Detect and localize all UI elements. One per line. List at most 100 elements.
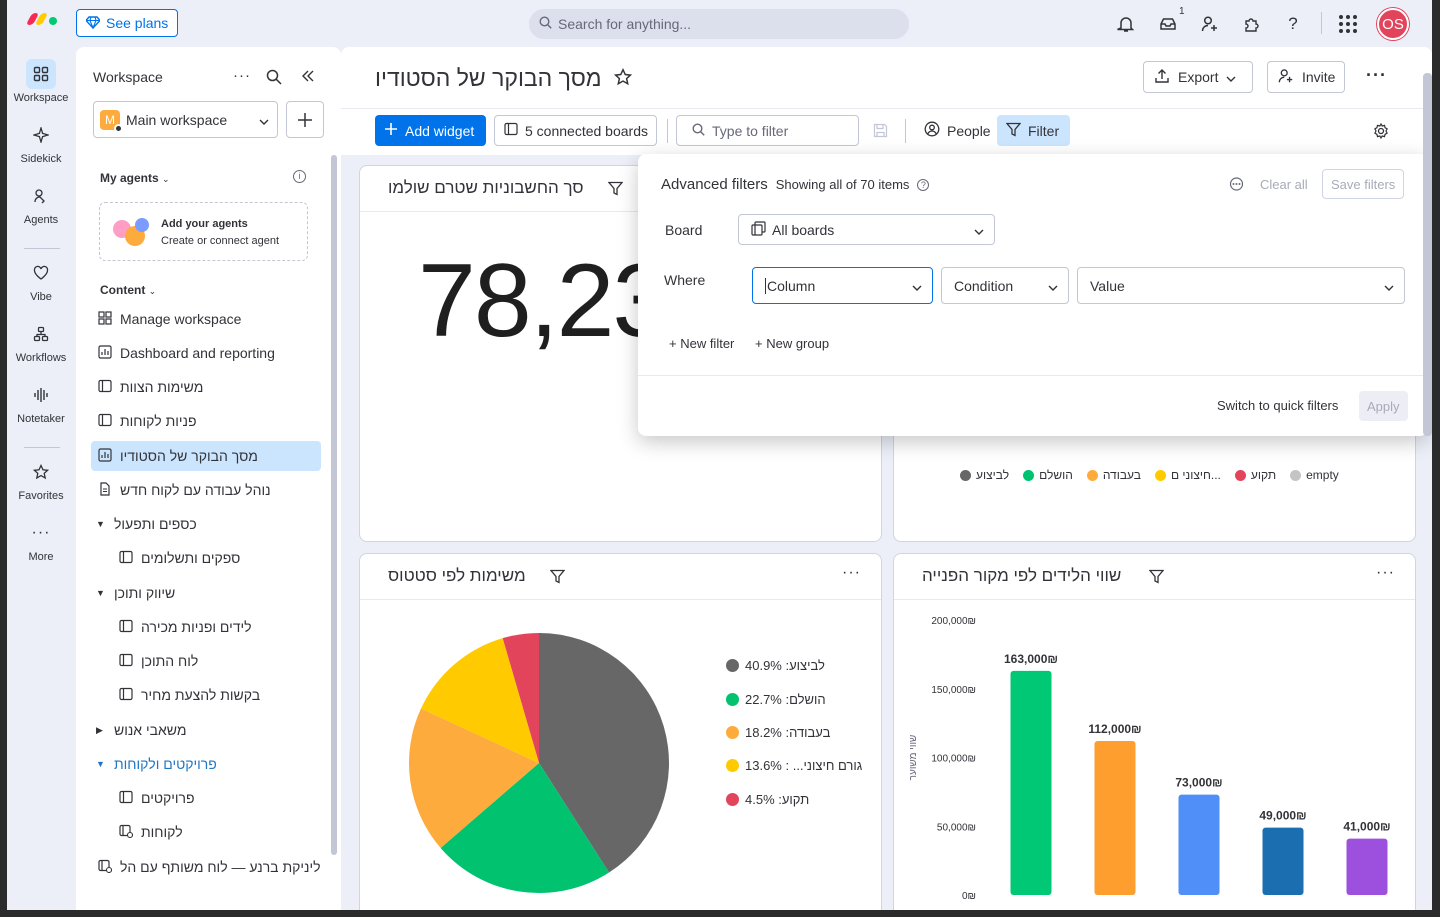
pie-legend-item[interactable]: הושלם: 22.7% (726, 682, 862, 715)
sidebar-item-clients[interactable]: לקוחות (91, 817, 321, 847)
workspace-more-icon[interactable]: ··· (233, 67, 251, 84)
workspace-dropdown[interactable]: M Main workspace (93, 101, 278, 138)
new-filter-button[interactable]: + New filter (669, 336, 734, 351)
rail-workspace[interactable]: Workspace (7, 59, 75, 104)
inbox-icon[interactable] (1158, 14, 1178, 34)
bar[interactable] (1178, 794, 1220, 895)
widget-more-icon[interactable]: ··· (842, 564, 861, 582)
apps-grid-icon[interactable] (1338, 14, 1358, 34)
sidebar-item-suppliers[interactable]: ספקים ותשלומים (91, 543, 321, 573)
sidebar-item-projects[interactable]: פרויקטים (91, 783, 321, 813)
info-icon[interactable]: i (293, 170, 306, 183)
save-filters-button[interactable]: Save filters (1322, 169, 1405, 199)
apply-button[interactable]: Apply (1359, 391, 1408, 421)
rail-favorites[interactable]: Favorites (7, 457, 75, 502)
add-widget-button[interactable]: Add widget (375, 115, 486, 146)
bar[interactable] (1262, 827, 1304, 895)
rail-workflows[interactable]: Workflows (7, 319, 75, 364)
widget-title[interactable]: סך החשבוניות שטרם שולמו (388, 178, 584, 198)
page-title[interactable]: מסך הבוקר של הסטודיו (375, 65, 602, 92)
export-button[interactable]: Export (1143, 61, 1253, 93)
funnel-icon[interactable] (549, 569, 566, 589)
condition-select[interactable]: Condition (941, 267, 1069, 304)
board-select[interactable]: All boards (738, 214, 995, 245)
new-group-button[interactable]: + New group (755, 336, 829, 351)
filter-button[interactable]: Filter (997, 115, 1070, 146)
sidebar-item-team-tasks[interactable]: משימות הצוות (91, 372, 321, 402)
main-scrollbar[interactable] (1423, 73, 1432, 436)
legend-label: גורם חיצוני... : 13.6% (745, 758, 863, 774)
legend-item[interactable]: לביצוע (960, 468, 1009, 482)
sidebar-item-manage-workspace[interactable]: Manage workspace (91, 304, 321, 334)
sidebar-item-content-board[interactable]: לוח התוכן (91, 646, 321, 676)
type-to-filter-input[interactable]: Type to filter (676, 115, 859, 146)
sidebar-scrollbar[interactable] (331, 155, 337, 855)
my-agents-header[interactable]: My agents ⌄ (100, 171, 170, 185)
people-filter-button[interactable]: People (915, 115, 1000, 146)
more-options-icon[interactable]: ··· (1366, 65, 1387, 86)
save-view-icon[interactable] (873, 123, 888, 143)
funnel-icon[interactable] (607, 181, 624, 201)
sidebar-folder-hr[interactable]: ▶ משאבי אנוש (91, 715, 321, 745)
legend-item[interactable]: empty (1290, 468, 1339, 482)
star-icon[interactable] (613, 65, 632, 92)
bell-icon[interactable] (1116, 14, 1136, 34)
connected-boards-button[interactable]: 5 connected boards (494, 115, 657, 146)
rail-agents[interactable]: Agents (7, 181, 75, 226)
sidebar-item-quote-requests[interactable]: בקשות להצעת מחיר (91, 680, 321, 710)
invite-user-icon[interactable] (1200, 14, 1220, 34)
widget-title[interactable]: שווי הלידים לפי מקור הפנייה (922, 566, 1121, 586)
legend-item[interactable]: חיצוני ם... (1154, 468, 1221, 482)
help-icon[interactable]: ? (1283, 14, 1303, 34)
rail-sidekick[interactable]: Sidekick (7, 120, 75, 165)
sidebar-folder-finance[interactable]: ▼ כספים ותפעול (91, 509, 321, 539)
clear-all-button[interactable]: Clear all (1252, 169, 1316, 199)
see-plans-button[interactable]: See plans (76, 9, 179, 37)
column-select[interactable]: Column (752, 267, 933, 304)
value-select[interactable]: Value (1077, 267, 1405, 304)
feedback-icon[interactable] (1229, 177, 1244, 195)
add-agents-card[interactable]: Add your agents Create or connect agent (99, 202, 308, 261)
legend-item[interactable]: תקוע (1234, 468, 1276, 482)
sidebar-item-dashboard-reporting[interactable]: Dashboard and reporting (91, 338, 321, 368)
pie-legend-item[interactable]: גורם חיצוני... : 13.6% (726, 749, 862, 782)
dashboard-icon (98, 447, 112, 465)
switch-quick-filters-button[interactable]: Switch to quick filters (1217, 398, 1338, 413)
help-circle-icon[interactable]: ? (917, 178, 930, 191)
legend-item[interactable]: בעבודה (1086, 468, 1141, 482)
add-item-button[interactable] (286, 101, 324, 138)
content-header[interactable]: Content ⌄ (100, 283, 156, 297)
legend-item[interactable]: הושלם (1023, 468, 1073, 482)
search-icon[interactable] (266, 69, 282, 90)
widget-title[interactable]: משימות לפי סטטוס (388, 566, 526, 586)
sidebar-item-shared-board[interactable]: ליניקת ברנע — לוח משותף עם הל... (91, 852, 321, 882)
rail-more[interactable]: ··· More (7, 518, 75, 563)
rail-label: Notetaker (17, 413, 65, 425)
settings-gear-icon[interactable] (1373, 122, 1389, 144)
monday-logo[interactable] (25, 13, 57, 25)
puzzle-icon[interactable] (1242, 14, 1262, 34)
more-icon: ··· (31, 524, 51, 541)
pie-legend-item[interactable]: תקוע: 4.5% (726, 783, 862, 816)
funnel-icon[interactable] (1148, 569, 1165, 589)
sidebar-item-studio-morning[interactable]: מסך הבוקר של הסטודיו (91, 441, 321, 471)
bar[interactable] (1094, 741, 1136, 895)
global-search[interactable]: Search for anything... (529, 9, 909, 39)
toolbar-divider (905, 119, 906, 143)
sidebar-item-sales-leads[interactable]: לידים ופניות מכירה (91, 612, 321, 642)
widget-more-icon[interactable]: ··· (1376, 564, 1395, 582)
user-avatar[interactable]: OS (1377, 8, 1409, 40)
bar[interactable] (1010, 670, 1052, 895)
bar[interactable] (1346, 838, 1388, 895)
sidebar-item-customer-requests[interactable]: פניות לקוחות (91, 406, 321, 436)
collapse-sidebar-icon[interactable] (301, 69, 315, 88)
pie-legend-item[interactable]: לביצוע: 40.9% (726, 649, 862, 682)
sidebar-item-new-client-procedure[interactable]: נוהל עבודה עם לקוח חדש (91, 475, 321, 505)
invite-button[interactable]: Invite (1267, 61, 1345, 93)
sidebar-folder-projects[interactable]: ▼ פרויקטים ולקוחות (91, 749, 321, 779)
legend-label: הושלם: 22.7% (745, 691, 826, 707)
sidebar-folder-marketing[interactable]: ▼ שיווק ותוכן (91, 578, 321, 608)
rail-notetaker[interactable]: Notetaker (7, 380, 75, 425)
pie-legend-item[interactable]: בעבודה: 18.2% (726, 716, 862, 749)
rail-vibe[interactable]: Vibe (7, 258, 75, 303)
